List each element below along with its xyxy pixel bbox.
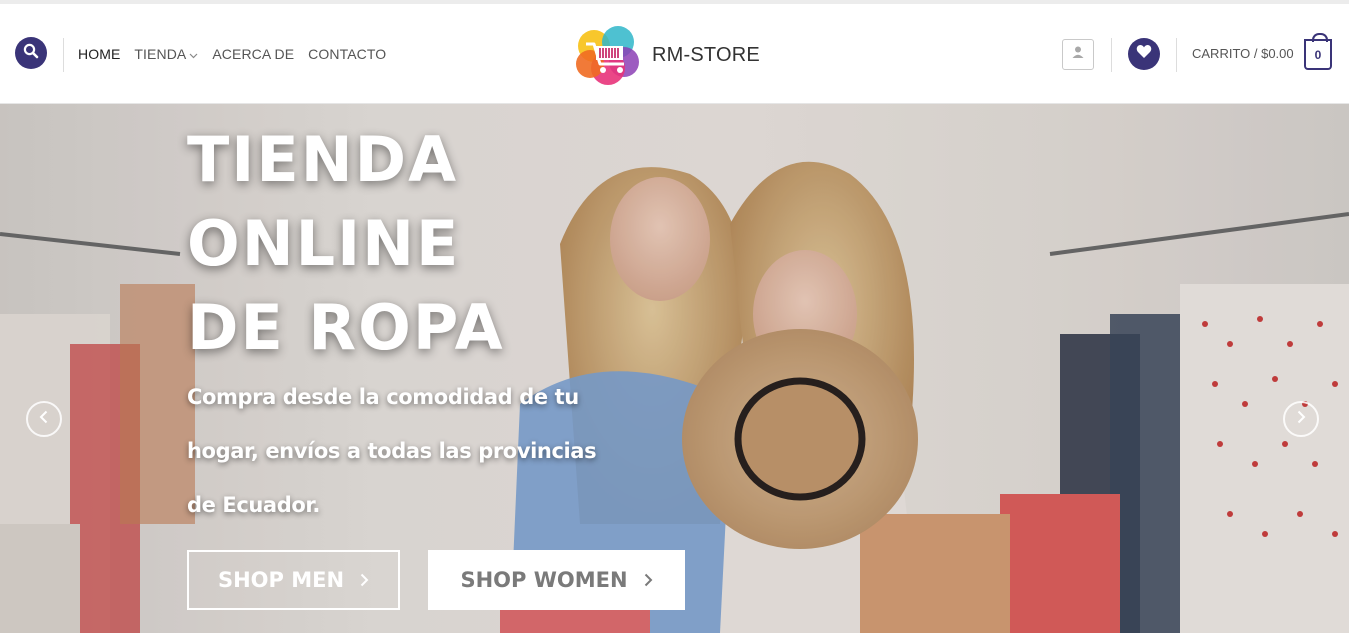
shop-women-button[interactable]: SHOP WOMEN [428, 550, 685, 610]
chevron-right-icon [360, 568, 369, 592]
search-icon [23, 43, 39, 64]
nav-item-label: CONTACTO [308, 46, 387, 62]
nav-item-tienda[interactable]: TIENDA [134, 46, 198, 62]
logo-text: RM-STORE [652, 43, 760, 66]
chevron-right-icon [644, 568, 653, 592]
nav-item-acerca-de[interactable]: ACERCA DE [212, 46, 294, 62]
slider-prev-button[interactable] [26, 401, 62, 437]
hero-banner: TIENDA ONLINE DE ROPA Compra desde la co… [0, 104, 1349, 633]
hero-title-line: DE ROPA [187, 291, 505, 364]
nav-item-contacto[interactable]: CONTACTO [308, 46, 386, 62]
site-header: HOME TIENDA ACERCA DE CONTACTO RM-STORE … [0, 4, 1349, 104]
cart-bag-icon[interactable]: 0 [1304, 33, 1332, 70]
cart-count: 0 [1314, 47, 1322, 62]
site-logo[interactable]: RM-STORE [572, 24, 772, 86]
user-icon [1071, 45, 1085, 64]
hero-subtitle-line: hogar, envíos a todas las provincias [187, 439, 597, 463]
account-button[interactable] [1062, 39, 1094, 70]
hero-title: TIENDA ONLINE DE ROPA [187, 118, 607, 370]
nav-item-label: HOME [78, 46, 121, 62]
hero-title-line: TIENDA [187, 123, 459, 196]
chevron-right-icon [1296, 410, 1306, 429]
header-divider [1111, 38, 1112, 72]
search-button[interactable] [15, 37, 47, 69]
heart-icon [1136, 44, 1152, 64]
shop-women-label: SHOP WOMEN [460, 568, 628, 592]
shop-men-label: SHOP MEN [217, 568, 345, 592]
hero-subtitle-line: de Ecuador. [187, 493, 320, 517]
main-nav: HOME TIENDA ACERCA DE CONTACTO [78, 46, 386, 62]
nav-item-label: ACERCA DE [212, 46, 295, 62]
hero-subtitle-line: Compra desde la comodidad de tu [187, 385, 579, 409]
nav-item-home[interactable]: HOME [78, 46, 120, 62]
wishlist-button[interactable] [1128, 38, 1160, 70]
chevron-down-icon [189, 46, 198, 62]
hero-title-line: ONLINE [187, 207, 461, 280]
shop-men-button[interactable]: SHOP MEN [187, 550, 400, 610]
hero-subtitle: Compra desde la comodidad de tu hogar, e… [187, 370, 657, 532]
nav-divider [63, 38, 64, 72]
header-divider [1176, 38, 1177, 72]
cart-link[interactable]: CARRITO / $0.00 [1192, 46, 1294, 61]
chevron-left-icon [39, 410, 49, 429]
nav-item-label: TIENDA [134, 46, 187, 62]
cart-logo-icon [572, 24, 644, 86]
slider-next-button[interactable] [1283, 401, 1319, 437]
